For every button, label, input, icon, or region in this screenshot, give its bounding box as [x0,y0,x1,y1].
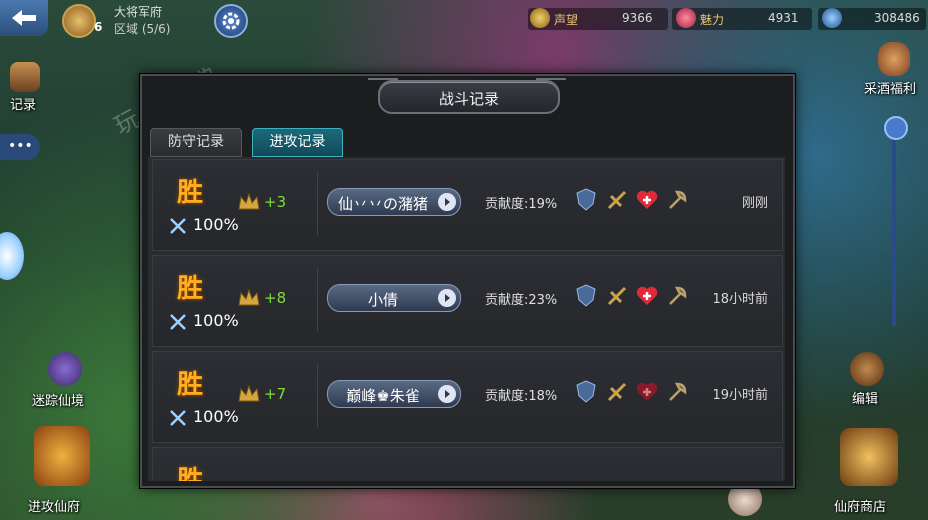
slider-knob[interactable] [884,116,908,140]
opponent-name: 仙丷丷の潴猪 [337,195,428,213]
records-button[interactable]: 记录 [4,58,48,114]
wine-welfare-label: 采酒福利 [864,82,917,97]
player-level: 6 [94,20,103,34]
axe-icon [669,382,687,401]
opponent-name-button[interactable]: 仙丷丷の潴猪 [327,188,461,216]
axe-icon [669,190,687,209]
sword-attack-icon [607,286,627,306]
title-plate: 战斗记录 [378,80,560,114]
edit-button[interactable]: 编辑 [840,352,896,408]
region-indicator: 区域 (5/6) [114,22,171,36]
chat-dots-icon: ••• [8,138,33,154]
records-label: 记录 [10,98,37,113]
shield-icon [576,284,596,307]
heart-cross-icon [636,382,658,401]
scroll-icon [10,62,40,92]
victory-label: 胜 [177,370,204,400]
sword-icon [170,218,186,234]
arrow-right-icon [438,385,456,403]
shop-building-icon [840,428,898,486]
opponent-name-button[interactable]: 巅峰♚朱雀 [327,380,461,408]
record-time: 18小时前 [712,292,768,307]
hammer-icon [850,352,884,386]
arrow-right-icon [438,289,456,307]
attack-mansion-label: 进攻仙府 [28,500,81,515]
opponent-name: 小倩 [367,291,398,309]
settings-button[interactable] [214,4,248,38]
map-slider[interactable] [884,116,908,330]
wine-jar-icon [878,42,910,76]
divider [317,364,318,428]
shield-icon [576,380,596,403]
castle-swords-icon [34,426,90,486]
currency-value: 308486 [874,11,920,25]
mansion-title: 大将军府 [114,5,163,19]
sword-attack-icon [607,190,627,210]
back-button[interactable] [0,0,48,36]
back-arrow-icon [12,10,36,26]
tab-defense-records[interactable]: 防守记录 [150,128,242,157]
player-avatar[interactable] [62,4,96,38]
charm-label: 魅力 [700,13,725,27]
record-row: 胜 [152,447,783,481]
sword-icon [170,410,186,426]
prestige-gain: +8 [264,289,287,307]
settings-gear-icon [222,12,240,30]
record-list[interactable]: 胜 100% +3 仙丷丷の潴猪 贡献度:19% 刚刚 胜 100% +8 小倩… [148,157,785,481]
victory-label: 胜 [177,274,204,304]
attack-mansion-button[interactable]: 进攻仙府 [22,426,102,516]
axe-icon [669,286,687,305]
divider [317,268,318,332]
orb-button[interactable] [0,232,24,280]
victory-label: 胜 [177,178,204,208]
prestige-label: 声望 [554,13,579,27]
crown-icon [238,384,260,402]
prestige-icon [530,8,550,28]
sword-icon [170,314,186,330]
opponent-name: 巅峰♚朱雀 [346,387,420,405]
record-row: 胜 100% +3 仙丷丷の潴猪 贡献度:19% 刚刚 [152,159,783,251]
record-time: 19小时前 [712,388,768,403]
win-percent: 100% [193,407,239,426]
record-row: 胜 100% +8 小倩 贡献度:23% 18小时前 [152,255,783,347]
win-percent: 100% [193,311,239,330]
mansion-shop-label: 仙府商店 [834,500,887,515]
tab-attack-records[interactable]: 进攻记录 [252,128,343,157]
crossed-swords-icon [48,352,82,386]
divider [317,172,318,236]
crown-icon [238,192,260,210]
arrow-right-icon [438,193,456,211]
contribution-text: 贡献度:18% [485,389,558,404]
shield-icon [576,188,596,211]
chat-button[interactable]: ••• [0,134,40,160]
opponent-name-button[interactable]: 小倩 [327,284,461,312]
wine-welfare-button[interactable]: 采酒福利 [860,40,928,97]
battle-record-dialog: 战斗记录 防守记录 进攻记录 胜 100% +3 仙丷丷の潴猪 贡献度:19% … [140,74,795,488]
record-row: 胜 100% +7 巅峰♚朱雀 贡献度:18% 19小时前 [152,351,783,443]
edit-label: 编辑 [852,392,879,407]
charm-value: 4931 [768,11,799,25]
water-drop-icon [822,8,842,28]
record-time: 刚刚 [741,196,768,211]
contribution-text: 贡献度:19% [485,197,558,212]
crown-icon [238,288,260,306]
top-bar: 6 大将军府 区域 (5/6) 声望 9366 魅力 4931 308486 [0,0,928,40]
prestige-gain: +7 [264,385,287,403]
victory-label: 胜 [177,466,204,481]
mansion-shop-button[interactable]: 仙府商店 [826,426,926,516]
win-percent: 100% [193,215,239,234]
charm-icon [676,8,696,28]
heart-cross-icon [636,190,658,209]
heart-cross-icon [636,286,658,305]
contribution-text: 贡献度:23% [485,293,558,308]
maze-label: 迷踪仙境 [32,394,85,409]
prestige-value: 9366 [622,11,653,25]
maze-button[interactable]: 迷踪仙境 [30,352,100,409]
sword-attack-icon [607,382,627,402]
dialog-title: 战斗记录 [438,90,499,108]
prestige-gain: +3 [264,193,287,211]
